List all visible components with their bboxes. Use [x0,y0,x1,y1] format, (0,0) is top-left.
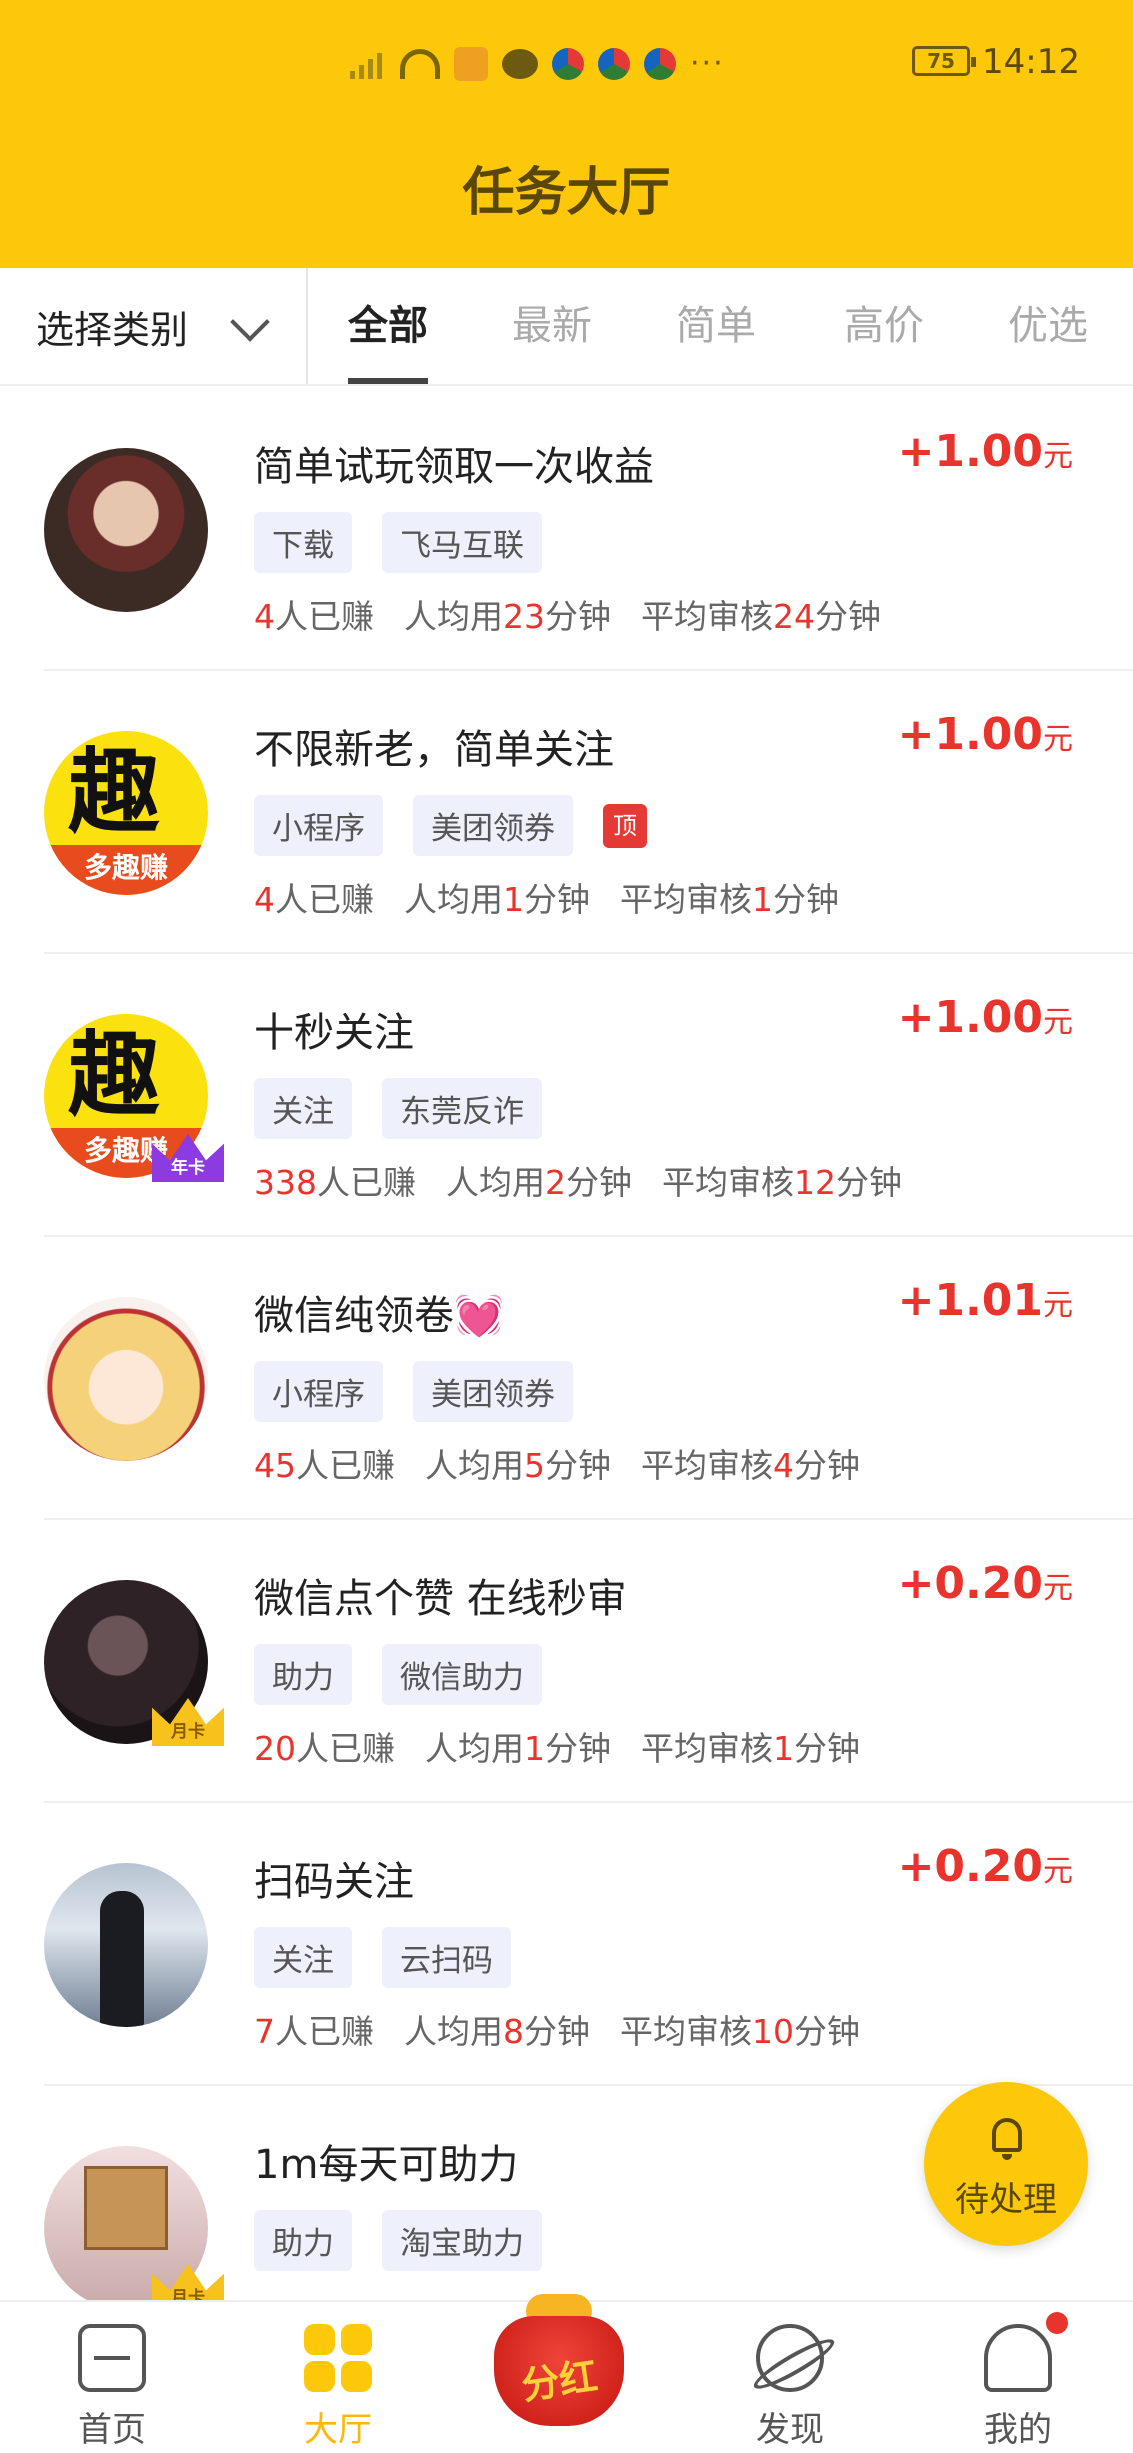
avatar-brand: 多趣赚 [44,845,208,895]
status-bar: ··· 75 14:12 [0,40,1133,90]
task-tag: 助力 [254,2210,352,2271]
task-tag: 淘宝助力 [382,2210,542,2271]
task-reward: +1.00元 [897,426,1073,477]
app-notification-icon [644,47,676,80]
annual-card-crown-icon: 年卡 [152,1134,224,1182]
task-item[interactable]: 趣 多趣赚 不限新老，简单关注 +1.00元 小程序 美团领券 顶 4人已赚 人均… [0,671,1133,954]
avatar [44,448,208,612]
nav-label: 我的 [984,2410,1052,2450]
task-tags: 关注 东莞反诈 [254,1078,542,1139]
task-title: 1m每天可助力 [254,2142,519,2188]
task-tags: 小程序 美团领券 顶 [254,795,647,856]
notification-dot [1046,2312,1068,2334]
battery-icon: 75 [912,46,976,76]
task-reward: +1.00元 [897,709,1073,760]
bell-icon [992,2118,1022,2160]
nav-me[interactable]: 我的 [918,2302,1118,2453]
page-title: 任务大厅 [462,163,671,223]
task-tag: 下载 [254,512,352,573]
task-title: 微信点个赞 在线秒审 [254,1576,627,1622]
task-title: 扫码关注 [254,1859,414,1905]
task-tag: 助力 [254,1644,352,1705]
task-tag: 小程序 [254,795,383,856]
status-time: 14:12 [982,42,1080,82]
task-reward: +1.01元 [897,1275,1073,1326]
app-notification-icon [598,47,630,80]
nav-home[interactable]: 首页 [12,2302,212,2453]
task-stats: 20人已赚 人均用1分钟 平均审核1分钟 [254,1729,860,1768]
nav-hall[interactable]: 大厅 [238,2302,438,2453]
task-title: 不限新老，简单关注 [254,727,614,773]
status-icons: ··· [350,46,725,81]
task-tag: 美团领券 [413,1361,573,1422]
task-item[interactable]: 扫码关注 +0.20元 关注 云扫码 7人已赚 人均用8分钟 平均审核10分钟 [0,1803,1133,2086]
task-item[interactable]: 微信纯领卷💓 +1.01元 小程序 美团领券 45人已赚 人均用5分钟 平均审核4分… [0,1237,1133,1520]
running-app-icon [454,46,488,81]
tab-high-price[interactable]: 高价 [844,268,924,384]
task-item[interactable]: 简单试玩领取一次收益 +1.00元 下载 飞马互联 4人已赚 人均用23分钟 平均审… [0,388,1133,671]
task-stats: 4人已赚 人均用1分钟 平均审核1分钟 [254,880,839,919]
task-title: 简单试玩领取一次收益 [254,444,654,490]
task-tags: 助力 淘宝助力 [254,2210,542,2271]
task-tags: 下载 飞马互联 [254,512,542,573]
nav-discover[interactable]: 发现 [690,2302,890,2453]
nav-label: 大厅 [304,2410,372,2450]
tab-latest[interactable]: 最新 [512,268,592,384]
chevron-down-icon [230,302,270,342]
task-list: 简单试玩领取一次收益 +1.00元 下载 飞马互联 4人已赚 人均用23分钟 平均审… [0,388,1133,2369]
task-tags: 关注 云扫码 [254,1927,511,1988]
task-tag: 小程序 [254,1361,383,1422]
monthly-card-crown-icon: 月卡 [152,1698,224,1746]
tab-featured[interactable]: 优选 [1008,268,1088,384]
category-label: 选择类别 [36,307,189,352]
wechat-icon [502,48,538,79]
filter-bar: 选择类别 全部 最新 简单 高价 优选 [0,268,1133,386]
task-stats: 338人已赚 人均用2分钟 平均审核12分钟 [254,1163,902,1202]
dividend-button[interactable]: 分红 [484,2288,634,2438]
task-stats: 7人已赚 人均用8分钟 平均审核10分钟 [254,2012,860,2051]
task-reward: +0.20元 [897,1841,1073,1892]
nav-label: 首页 [78,2410,146,2450]
nav-label: 发现 [756,2410,824,2450]
user-icon [984,2324,1052,2392]
app-notification-icon [552,47,584,80]
pending-label: 待处理 [955,2180,1057,2220]
pending-button[interactable]: 待处理 [924,2082,1088,2246]
task-tag: 云扫码 [382,1927,511,1988]
task-tags: 小程序 美团领券 [254,1361,573,1422]
grid-icon [304,2324,372,2392]
task-title: 微信纯领卷💓 [254,1293,504,1339]
home-icon [78,2324,146,2392]
task-title: 十秒关注 [254,1010,414,1056]
category-select[interactable]: 选择类别 [0,268,308,384]
signal-icon [350,49,386,79]
tab-simple[interactable]: 简单 [676,268,756,384]
task-tag: 关注 [254,1078,352,1139]
app-header: ··· 75 14:12 任务大厅 [0,0,1133,268]
task-stats: 45人已赚 人均用5分钟 平均审核4分钟 [254,1446,860,1485]
more-notifications-icon: ··· [690,46,725,81]
tab-all[interactable]: 全部 [348,268,428,384]
task-stats: 4人已赚 人均用23分钟 平均审核24分钟 [254,597,881,636]
task-reward: +0.20元 [897,1558,1073,1609]
planet-icon [756,2324,824,2392]
avatar: 趣 多趣赚 [44,731,208,895]
task-reward: +1.00元 [897,992,1073,1043]
task-item[interactable]: 趣 多趣赚 年卡 十秒关注 +1.00元 关注 东莞反诈 338人已赚 人均用2分… [0,954,1133,1237]
task-tag: 美团领券 [413,795,573,856]
task-item[interactable]: 月卡 微信点个赞 在线秒审 +0.20元 助力 微信助力 20人已赚 人均用1分钟… [0,1520,1133,1803]
task-tag: 东莞反诈 [382,1078,542,1139]
task-tag: 微信助力 [382,1644,542,1705]
avatar [44,1863,208,2027]
task-tag: 飞马互联 [382,512,542,573]
avatar [44,1297,208,1461]
task-tags: 助力 微信助力 [254,1644,542,1705]
avatar-logo: 趣 [68,739,161,846]
task-tag: 关注 [254,1927,352,1988]
wifi-icon [400,48,440,79]
pinned-badge: 顶 [603,803,647,848]
avatar-logo: 趣 [68,1022,161,1129]
